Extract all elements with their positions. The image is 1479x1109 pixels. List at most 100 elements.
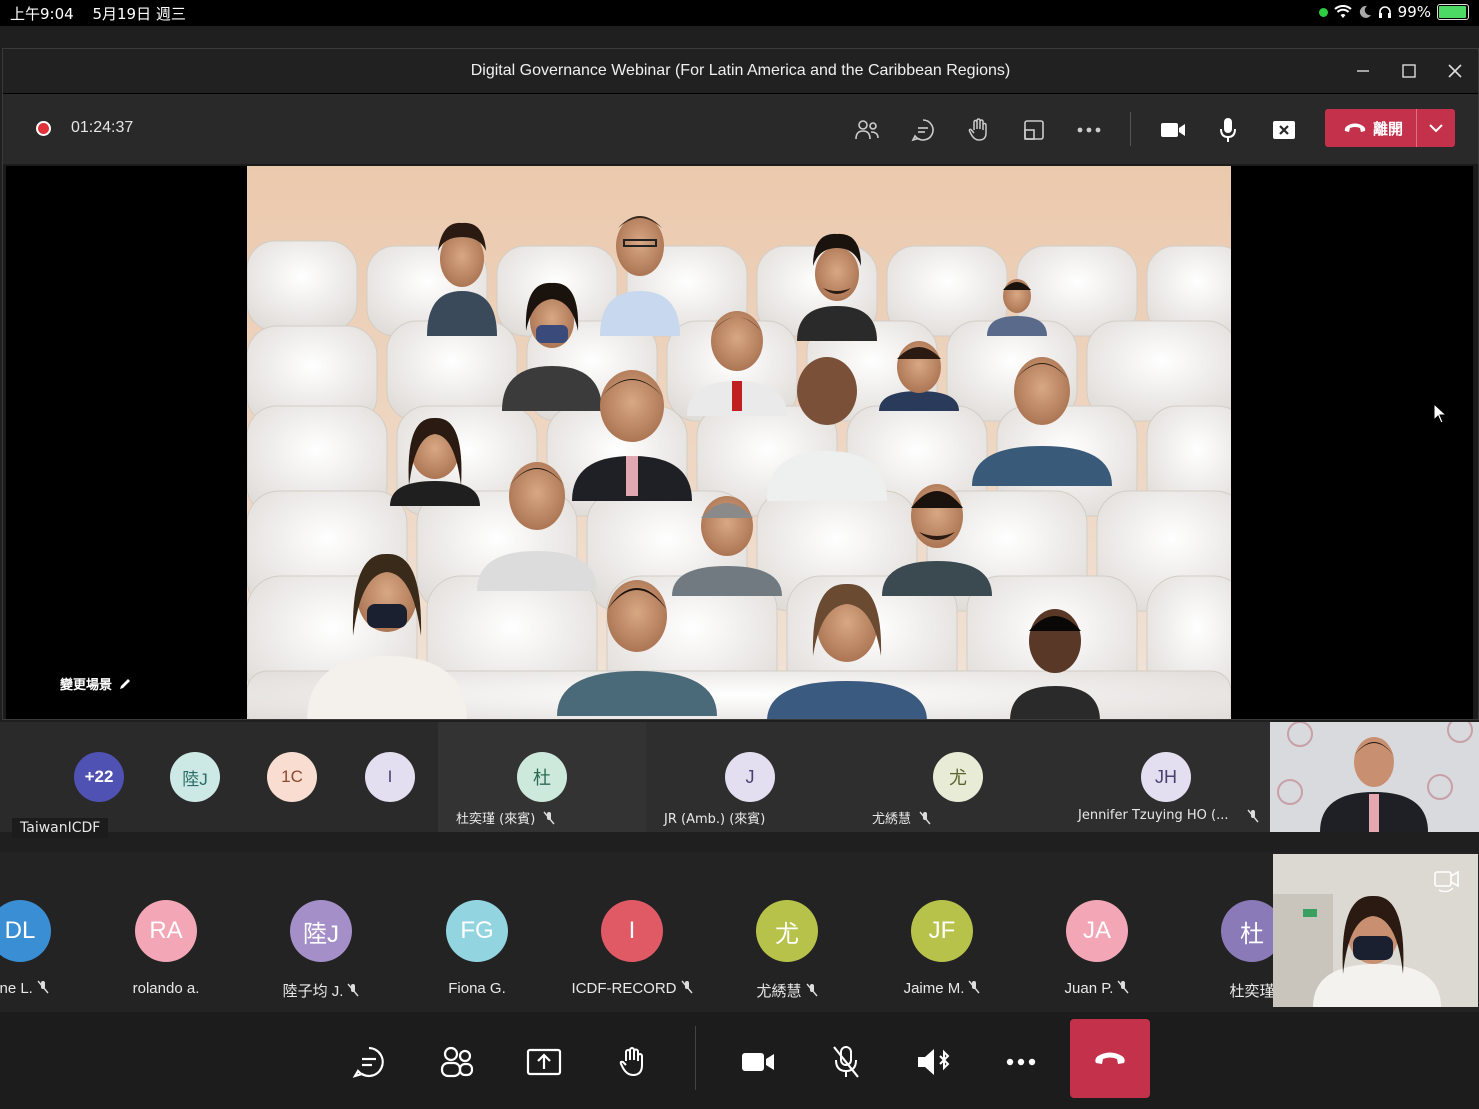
change-scene-label: 變更場景 [60, 678, 113, 693]
avatar-initials: DL [4, 917, 36, 944]
participant-gallery: DLnne L.RArolando a.陸J陸子均 J.FGFiona G.II… [0, 852, 1479, 1012]
video-camera-icon [1161, 123, 1185, 137]
hang-up-icon [1095, 1052, 1125, 1064]
mic-muted-icon [968, 980, 980, 994]
avatar: J [725, 752, 775, 802]
raise-hand-button[interactable] [963, 114, 995, 146]
switch-camera-icon[interactable] [1433, 868, 1461, 892]
together-mode-scene [247, 166, 1231, 719]
title-bar: Digital Governance Webinar (For Latin Am… [3, 49, 1478, 94]
participant-tile[interactable]: FG Fiona G. [402, 852, 552, 1012]
avatar[interactable]: 1C [267, 752, 317, 802]
mic-muted-icon [37, 980, 49, 994]
microphone-muted-icon [833, 1046, 859, 1078]
avatar-initials: 1C [281, 767, 303, 786]
status-date: 5月19日 週三 [92, 5, 186, 23]
participant-name-text: JR (Amb.) (來賓) [664, 812, 766, 827]
participant-name: Juan P. [1022, 980, 1172, 997]
chevron-down-icon[interactable] [1429, 123, 1443, 133]
participant-name-text: Jennifer Tzuying HO (... [1078, 808, 1229, 823]
change-scene-button[interactable]: 變更場景 [60, 674, 132, 693]
window-title: Digital Governance Webinar (For Latin Am… [470, 62, 1011, 79]
hang-up-button[interactable] [1070, 1019, 1150, 1098]
participant-name-text: ICDF-RECORD [571, 980, 677, 997]
mic-muted-icon [805, 983, 818, 997]
leave-button[interactable]: 離開 [1325, 109, 1455, 147]
participant-name-text: 尤綉慧 [872, 812, 912, 827]
participant-name-text: Fiona G. [448, 980, 506, 997]
mute-button[interactable] [826, 1042, 866, 1082]
auditorium-seats-image [247, 166, 1231, 719]
avatar-initials: I [387, 767, 393, 786]
leave-split-divider [1416, 109, 1417, 147]
participants-button[interactable] [851, 114, 883, 146]
avatar[interactable]: 陸J [170, 752, 220, 802]
participant-strip-top: +22 陸J 1C I TaiwanICDF 杜 杜奕瑾 (來賓) J JR (… [0, 722, 1479, 838]
avatar-initials: 尤 [775, 920, 799, 948]
participant-name: Fiona G. [402, 980, 552, 997]
participant-tile[interactable]: 尤 尤綉慧 [854, 722, 1062, 832]
participant-tile[interactable]: RA rolando a. [91, 852, 241, 1012]
mic-muted-icon [347, 983, 359, 997]
participant-tile[interactable]: 尤尤綉慧 [712, 852, 862, 1012]
maximize-button[interactable] [1395, 57, 1423, 85]
more-options-button[interactable] [1073, 114, 1105, 146]
avatar: DL [0, 900, 51, 962]
avatar[interactable]: I [365, 752, 415, 802]
participant-tile[interactable]: 杜 杜奕瑾 (來賓) [438, 722, 646, 832]
status-time-date: 上午9:04 5月19日 週三 [10, 3, 186, 24]
raise-hand-button[interactable] [612, 1042, 652, 1082]
self-video-preview[interactable] [1273, 854, 1478, 1007]
share-content-button[interactable] [524, 1042, 564, 1082]
overflow-participants-badge[interactable]: +22 [74, 752, 124, 802]
participant-name: 尤綉慧 [872, 808, 931, 827]
more-icon [1006, 1058, 1036, 1066]
layout-button[interactable] [1018, 114, 1050, 146]
minimize-icon [1357, 70, 1369, 72]
camera-button[interactable] [738, 1042, 778, 1082]
more-options-button[interactable] [1001, 1042, 1041, 1082]
participant-tile[interactable]: DL nne L. [0, 852, 95, 1012]
avatar-initials: 陸J [182, 769, 208, 789]
participant-name-text: nne L. [0, 980, 33, 997]
chat-button[interactable] [907, 114, 939, 146]
mic-muted-icon [919, 811, 931, 824]
participants-button[interactable] [437, 1042, 477, 1082]
camera-button[interactable] [1157, 114, 1189, 146]
participant-name: ICDF-RECORD [557, 980, 707, 997]
participant-tile[interactable]: J JR (Amb.) (來賓) [646, 722, 854, 832]
participant-tile[interactable]: JH Jennifer Tzuying HO (... [1062, 722, 1270, 832]
presenter-video [1270, 722, 1479, 832]
avatar-initials: I [628, 917, 636, 944]
participant-name-text: Jaime M. [903, 980, 965, 997]
close-window-button[interactable] [1441, 57, 1469, 85]
video-camera-icon [742, 1053, 774, 1071]
audio-output-button[interactable] [914, 1042, 954, 1082]
participant-name: rolando a. [91, 980, 241, 997]
participant-tile[interactable]: JF Jaime M. [867, 852, 1017, 1012]
avatar-initials: JA [1082, 917, 1111, 944]
microphone-button[interactable] [1212, 114, 1244, 146]
avatar-initials: FG [460, 917, 494, 944]
organizer-label: TaiwanICDF [12, 818, 109, 838]
participant-tile[interactable]: I ICDF-RECORD [557, 852, 707, 1012]
avatar-initials: 杜 [533, 768, 551, 788]
stop-sharing-button[interactable] [1268, 114, 1300, 146]
participant-tile[interactable]: 陸J 陸子均 J. [246, 852, 396, 1012]
stop-share-icon [1273, 121, 1295, 139]
avatar: I [601, 900, 663, 962]
participant-name: 杜奕瑾 (來賓) [456, 808, 555, 827]
avatar: 杜 [517, 752, 567, 802]
meeting-timer: 01:24:37 [71, 119, 134, 136]
chat-button[interactable] [349, 1042, 389, 1082]
participant-tile[interactable]: JA Juan P. [1022, 852, 1172, 1012]
avatar: JA [1066, 900, 1128, 962]
status-indicators: 99% [1318, 3, 1469, 21]
presenter-video-tile[interactable] [1270, 722, 1479, 832]
participant-name-text: Juan P. [1064, 980, 1114, 997]
headphones-icon [1378, 6, 1391, 18]
avatar: 陸J [290, 900, 352, 962]
minimize-button[interactable] [1349, 57, 1377, 85]
wifi-icon [1333, 5, 1352, 18]
participant-name: Jaime M. [867, 980, 1017, 997]
